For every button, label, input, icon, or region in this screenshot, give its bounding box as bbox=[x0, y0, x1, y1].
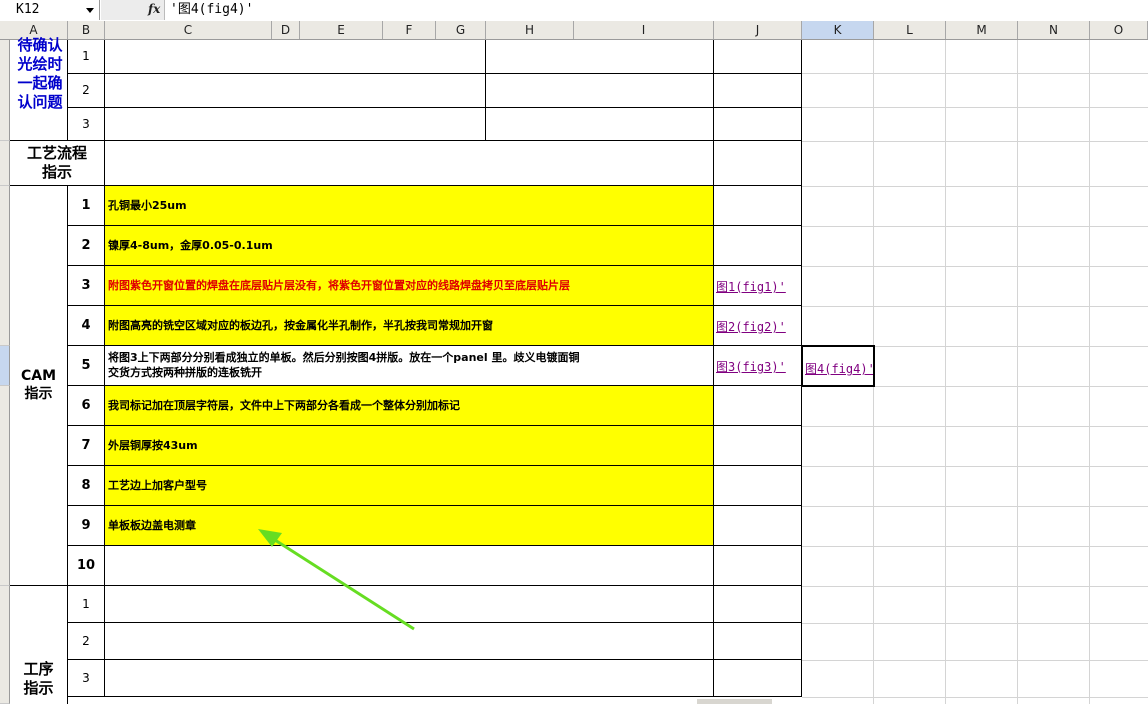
name-box[interactable]: K12 bbox=[0, 0, 100, 20]
column-headers: A B C D E F G H I J K L M N O bbox=[0, 21, 1148, 40]
fx-icon[interactable]: fx bbox=[148, 2, 160, 16]
column-header-c[interactable]: C bbox=[105, 21, 272, 39]
column-header-g[interactable]: G bbox=[436, 21, 486, 39]
formula-input[interactable]: '图4(fig4)' bbox=[170, 0, 253, 20]
column-header-f[interactable]: F bbox=[383, 21, 436, 39]
column-header-l[interactable]: L bbox=[874, 21, 946, 39]
column-header-j[interactable]: J bbox=[714, 21, 802, 39]
column-header-k[interactable]: K bbox=[802, 21, 874, 39]
column-header-e[interactable]: E bbox=[300, 21, 383, 39]
worksheet-grid[interactable]: 待确认 光绘时 一起确 认问题 1 2 3 工艺流程 指示 CAM 指示 1 孔… bbox=[0, 36, 1148, 704]
column-header-n[interactable]: N bbox=[1018, 21, 1090, 39]
column-header-m[interactable]: M bbox=[946, 21, 1018, 39]
column-header-i[interactable]: I bbox=[574, 21, 714, 39]
column-header-o[interactable]: O bbox=[1090, 21, 1148, 39]
chevron-down-icon[interactable] bbox=[86, 8, 94, 13]
column-header-b[interactable]: B bbox=[68, 21, 105, 39]
column-header-h[interactable]: H bbox=[486, 21, 574, 39]
annotation-arrow-icon bbox=[258, 529, 415, 631]
horizontal-scrollbar[interactable] bbox=[697, 699, 772, 704]
column-header-d[interactable]: D bbox=[272, 21, 300, 39]
formula-bar: K12 fx '图4(fig4)' bbox=[0, 0, 1148, 22]
